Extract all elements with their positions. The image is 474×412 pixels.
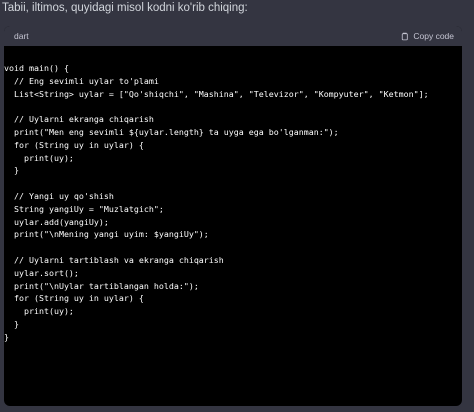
code-line: List<String> uylar = ["Qo'shiqchi", "Mas…: [4, 88, 429, 99]
code-line: print("\nUylar tartiblangan holda:");: [4, 280, 199, 291]
clipboard-icon: [402, 32, 409, 40]
code-line: }: [4, 165, 19, 176]
code-header: dart Copy code: [4, 26, 462, 46]
code-line: // Uylarni ekranga chiqarish: [4, 114, 154, 125]
code-line: print("\nMening yangi uyim: $yangiUy");: [4, 229, 209, 240]
code-line: String yangiUy = "Muzlatgich";: [4, 203, 164, 214]
code-line: }: [4, 318, 19, 329]
code-line: }: [4, 331, 9, 342]
code-line: for (String uy in uylar) {: [4, 293, 144, 304]
code-line: // Eng sevimli uylar to'plami: [4, 75, 159, 86]
code-line: uylar.sort();: [4, 267, 79, 278]
intro-text: Tabii, iltimos, quyidagi misol kodni ko'…: [2, 2, 248, 14]
code-language-label: dart: [14, 31, 29, 41]
code-block: dart Copy code void main() { // Eng sevi…: [4, 26, 462, 406]
code-line: print("Men eng sevimli ${uylar.length} t…: [4, 126, 339, 137]
code-line: print(uy);: [4, 306, 74, 317]
copy-code-label: Copy code: [413, 31, 454, 41]
code-line: void main() {: [4, 63, 69, 73]
code-line: // Yangi uy qo'shish: [4, 190, 114, 201]
code-content[interactable]: void main() { // Eng sevimli uylar to'pl…: [4, 46, 462, 344]
code-line: uylar.add(yangiUy);: [4, 216, 109, 227]
copy-code-button[interactable]: Copy code: [400, 31, 454, 41]
code-line: // Uylarni tartiblash va ekranga chiqari…: [4, 254, 224, 265]
code-line: print(uy);: [4, 152, 74, 163]
code-line: for (String uy in uylar) {: [4, 139, 144, 150]
